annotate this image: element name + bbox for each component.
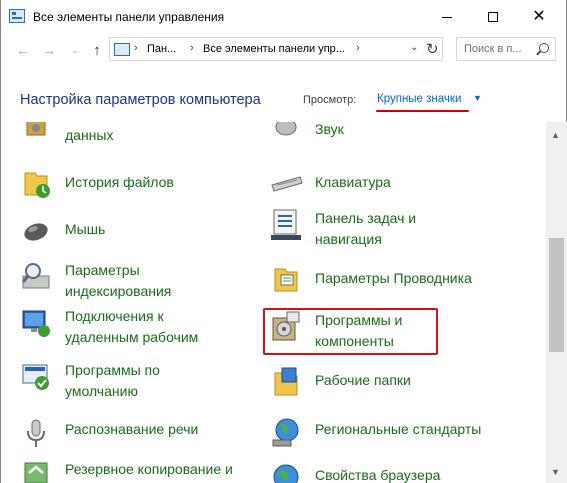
item-label: Клавиатура — [315, 174, 391, 190]
close-icon: ✕ — [532, 8, 546, 25]
back-button[interactable]: ← — [13, 40, 33, 60]
breadcrumb-separator: › — [190, 42, 194, 54]
navigation-bar: ← → ⌄ ↑ › Пан... › Все элементы панели у… — [1, 34, 566, 66]
mouse-icon — [24, 223, 48, 241]
content-header: Настройка параметров компьютера Просмотр… — [1, 66, 566, 122]
item-label: Программы по умолчанию — [65, 362, 160, 399]
up-button[interactable]: ↑ — [87, 40, 107, 60]
item-label: Звук — [315, 122, 344, 137]
window-title: Все элементы панели управления — [33, 10, 225, 24]
item-speech-recognition[interactable]: Распознавание речи — [19, 417, 239, 451]
item-label: Распознавание речи — [65, 421, 199, 437]
control-panel-window: Все элементы панели управления ✕ ← → ⌄ ↑… — [0, 0, 567, 483]
item-label: Параметры индексирования — [65, 262, 172, 299]
item-label: Панель задач и навигация — [315, 210, 417, 247]
control-panel-icon — [114, 43, 130, 56]
chevron-down-icon: ⌄ — [71, 44, 79, 55]
keyboard-icon — [271, 176, 303, 192]
item-default-programs[interactable]: Программы по умолчанию — [19, 360, 239, 404]
forward-arrow-icon: → — [42, 42, 56, 58]
dropdown-arrow-icon[interactable]: ▼ — [473, 93, 482, 103]
close-button[interactable]: ✕ — [516, 0, 562, 34]
item-label: История файлов — [65, 174, 174, 190]
annotation-highlight-box — [263, 308, 438, 355]
item-backup-restore[interactable]: Резервное копирование и — [19, 457, 249, 483]
scroll-up-icon[interactable]: ▲ — [551, 130, 560, 140]
item-indexing-options[interactable]: Параметры индексирования — [19, 260, 239, 304]
up-arrow-icon: ↑ — [93, 41, 101, 59]
page-title: Настройка параметров компьютера — [20, 92, 261, 108]
recent-locations-button[interactable]: ⌄ — [65, 40, 85, 60]
item-remote-connections[interactable]: Подключения к удаленным рабочим — [19, 306, 239, 350]
explorer-options-icon — [274, 268, 298, 292]
breadcrumb-separator: › — [134, 42, 138, 54]
view-by-label: Просмотр: — [303, 94, 357, 106]
scroll-down-icon[interactable]: ▼ — [551, 467, 560, 477]
annotation-underline — [376, 110, 469, 112]
work-folders-icon — [274, 367, 298, 396]
item-explorer-options[interactable]: Параметры Проводника — [269, 263, 499, 297]
search-box[interactable]: Поиск в п... — [456, 37, 556, 61]
item-taskbar-navigation[interactable]: Панель задач и навигация — [269, 208, 489, 252]
breadcrumb-separator: › — [356, 42, 360, 54]
breadcrumb-control-panel[interactable]: Пан... — [147, 43, 176, 55]
view-by-dropdown[interactable]: Крупные значки — [377, 93, 461, 105]
address-bar[interactable]: › Пан... › Все элементы панели упр... › … — [109, 37, 443, 61]
default-programs-icon — [22, 364, 49, 390]
search-icon — [539, 43, 549, 53]
forward-button[interactable]: → — [39, 40, 59, 60]
back-arrow-icon: ← — [16, 42, 30, 58]
item-label: данных — [65, 127, 114, 143]
maximize-button[interactable] — [470, 0, 516, 34]
item-label: Параметры Проводника — [315, 270, 472, 286]
internet-options-icon — [273, 464, 299, 483]
minimize-icon — [442, 16, 452, 18]
item-label: Региональные стандарты — [315, 421, 482, 437]
item-mouse[interactable]: Мышь — [19, 214, 239, 248]
indexing-options-icon — [21, 263, 50, 289]
item-label: Свойства браузера — [315, 467, 441, 483]
item-internet-options[interactable]: Свойства браузера — [269, 461, 499, 483]
item-label: Резервное копирование и — [65, 461, 233, 477]
backup-data-icon — [26, 122, 46, 136]
file-history-icon — [24, 172, 50, 198]
control-panel-icon — [9, 9, 25, 23]
remote-connections-icon — [22, 310, 50, 337]
speech-recognition-icon — [27, 419, 45, 447]
scroll-thumb[interactable] — [549, 238, 564, 352]
address-dropdown-icon[interactable]: ⌄ — [410, 42, 418, 53]
item-file-history[interactable]: История файлов — [19, 167, 239, 201]
item-label: Подключения к удаленным рабочим — [65, 308, 199, 345]
item-backup-data[interactable]: данных — [19, 122, 239, 153]
item-sound[interactable]: Звук — [269, 122, 489, 153]
item-label: Мышь — [65, 221, 106, 237]
title-bar: Все элементы панели управления ✕ — [1, 0, 566, 34]
search-input[interactable]: Поиск в п... — [464, 43, 522, 55]
item-work-folders[interactable]: Рабочие папки — [269, 365, 489, 399]
sound-icon — [275, 122, 297, 136]
item-keyboard[interactable]: Клавиатура — [269, 169, 489, 203]
item-region[interactable]: Региональные стандарты — [269, 416, 509, 450]
refresh-icon[interactable]: ↻ — [426, 40, 439, 58]
vertical-scrollbar[interactable]: ▲ ▼ — [546, 122, 567, 483]
backup-restore-icon — [24, 462, 48, 483]
breadcrumb-all-items[interactable]: Все элементы панели упр... — [203, 43, 345, 55]
control-panel-items: данных История файлов Мышь Параметры инд… — [1, 122, 546, 483]
maximize-icon — [488, 12, 498, 22]
region-icon — [272, 418, 299, 447]
taskbar-icon — [271, 209, 301, 240]
minimize-button[interactable] — [424, 0, 470, 34]
item-label: Рабочие папки — [315, 372, 411, 388]
